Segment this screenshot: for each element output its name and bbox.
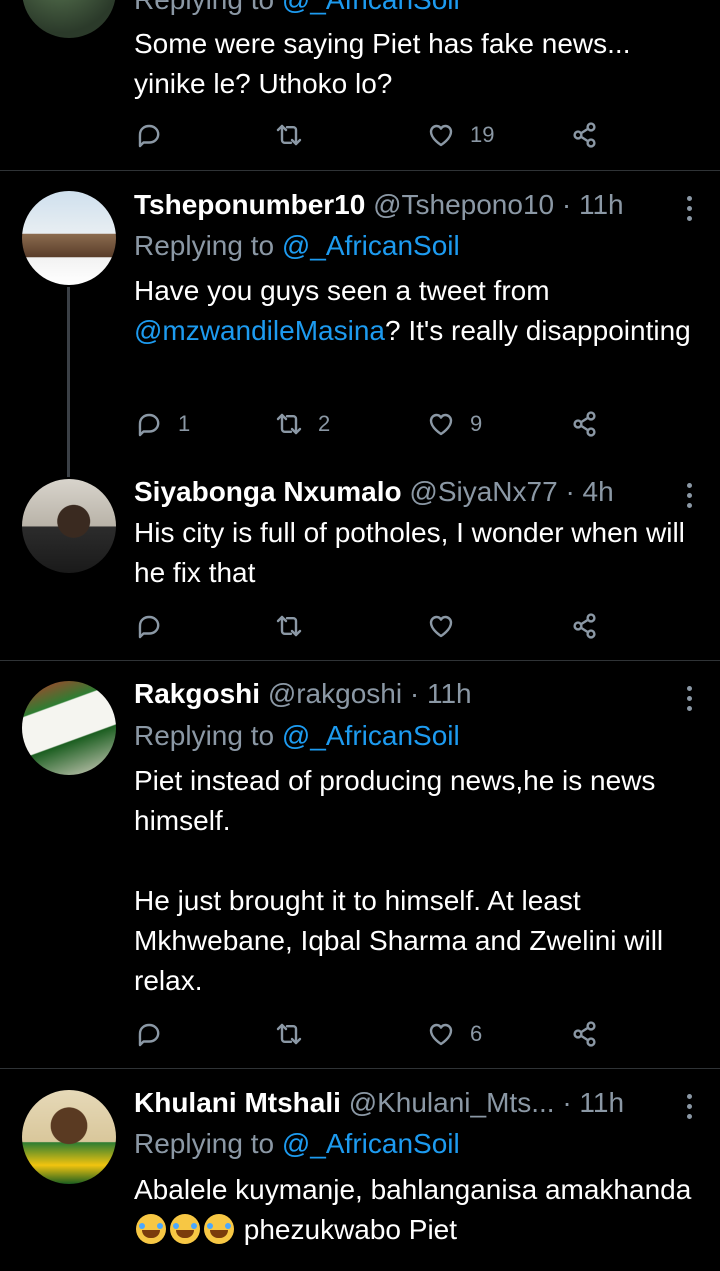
tears-of-joy-emoji-icon [136,1214,166,1244]
replying-to-mention[interactable]: @_AfricanSoil [282,230,460,261]
more-vertical-icon[interactable] [684,686,694,716]
share-icon [570,409,600,439]
retweet-icon [274,611,304,641]
like-count: 9 [470,411,483,436]
reply-button[interactable] [134,608,178,644]
avatar[interactable] [22,479,116,573]
like-count: 6 [470,1021,483,1046]
retweet-count: 2 [318,411,331,436]
retweet-button[interactable] [274,117,318,153]
replying-to: Replying to @_AfricanSoil [134,0,460,18]
tweet-text: His city is full of potholes, I wonder w… [134,517,693,588]
thread-line [67,287,70,477]
retweet-button[interactable]: 2 [274,406,330,442]
user-handle[interactable]: @Tshepono10 [373,189,554,220]
like-button[interactable] [426,608,470,644]
timestamp[interactable]: · 11h [562,1087,624,1118]
share-button[interactable] [570,608,600,644]
replying-to-mention[interactable]: @_AfricanSoil [282,1128,460,1159]
display-name[interactable]: Khulani Mtshali [134,1087,341,1118]
reply-button[interactable]: 1 [134,406,190,442]
user-handle[interactable]: @SiyaNx77 [409,476,557,507]
user-handle[interactable]: @Khulani_Mts... [349,1087,555,1118]
avatar[interactable] [22,1090,116,1184]
user-handle[interactable]: @rakgoshi [268,678,402,709]
tweet[interactable]: Rakgoshi @rakgoshi · 11h Replying to @_A… [0,661,720,1068]
avatar[interactable] [22,191,116,285]
avatar[interactable] [22,0,116,38]
share-icon [570,611,600,641]
more-vertical-icon[interactable] [684,196,694,226]
replying-to-mention[interactable]: @_AfricanSoil [282,0,460,15]
tweet[interactable]: Tsheponumber10 @Tshepono10 · 11h Replyin… [0,171,720,477]
reply-button[interactable] [134,117,178,153]
like-button[interactable]: 6 [426,1016,482,1052]
heart-icon [426,611,456,641]
reply-icon [134,409,164,439]
tweet-actions: 1 2 9 [134,406,604,442]
heart-icon [426,120,456,150]
replying-to: Replying to @_AfricanSoil [134,230,460,261]
timestamp[interactable]: · 4h [565,476,613,507]
tears-of-joy-emoji-icon [170,1214,200,1244]
avatar[interactable] [22,681,116,775]
share-button[interactable] [570,117,600,153]
tweet-text: Piet instead of producing news,he is new… [134,765,664,996]
tweet-header: Tsheponumber10 @Tshepono10 · 11h [134,187,700,223]
retweet-icon [274,1019,304,1049]
retweet-icon [274,409,304,439]
tweet-text: Have you guys seen a tweet from @mzwandi… [134,275,691,346]
retweet-button[interactable] [274,608,318,644]
tweet-header: Rakgoshi @rakgoshi · 11h [134,676,700,712]
share-button[interactable] [570,406,600,442]
like-count: 19 [470,122,495,147]
tweet-actions: 6 [134,1016,604,1052]
replying-to: Replying to @_AfricanSoil [134,720,460,751]
reply-icon [134,1019,164,1049]
tears-of-joy-emoji-icon [204,1214,234,1244]
mention-link[interactable]: @mzwandileMasina [134,315,385,346]
tweet-text: Some were saying Piet has fake news... y… [134,28,639,99]
share-button[interactable] [570,1016,600,1052]
replying-to: Replying to @_AfricanSoil [134,1128,460,1159]
like-button[interactable]: 19 [426,117,494,153]
tweet[interactable]: Siyabonga Nxumalo @SiyaNx77 · 4h His cit… [0,461,720,660]
tweet[interactable]: Replying to @_AfricanSoil Some were sayi… [0,0,720,170]
more-vertical-icon[interactable] [684,1094,694,1124]
tweet-header: Khulani Mtshali @Khulani_Mts... · 11h [134,1085,700,1121]
tweet-header: Siyabonga Nxumalo @SiyaNx77 · 4h [134,474,700,510]
heart-icon [426,1019,456,1049]
reply-icon [134,611,164,641]
reply-count: 1 [178,411,191,436]
display-name[interactable]: Rakgoshi [134,678,260,709]
replying-to-mention[interactable]: @_AfricanSoil [282,720,460,751]
more-vertical-icon[interactable] [684,483,694,513]
tweet-actions [134,608,604,644]
heart-icon [426,409,456,439]
retweet-button[interactable] [274,1016,318,1052]
tweet-actions: 19 [134,117,604,153]
reply-button[interactable] [134,1016,178,1052]
tweet-text: Abalele kuymanje, bahlanganisa amakhanda… [134,1174,692,1245]
display-name[interactable]: Tsheponumber10 [134,189,365,220]
timestamp[interactable]: · 11h [562,189,624,220]
share-icon [570,120,600,150]
display-name[interactable]: Siyabonga Nxumalo [134,476,402,507]
tweet[interactable]: Khulani Mtshali @Khulani_Mts... · 11h Re… [0,1069,720,1271]
timestamp[interactable]: · 11h [410,678,472,709]
reply-icon [134,120,164,150]
like-button[interactable]: 9 [426,406,482,442]
share-icon [570,1019,600,1049]
retweet-icon [274,120,304,150]
